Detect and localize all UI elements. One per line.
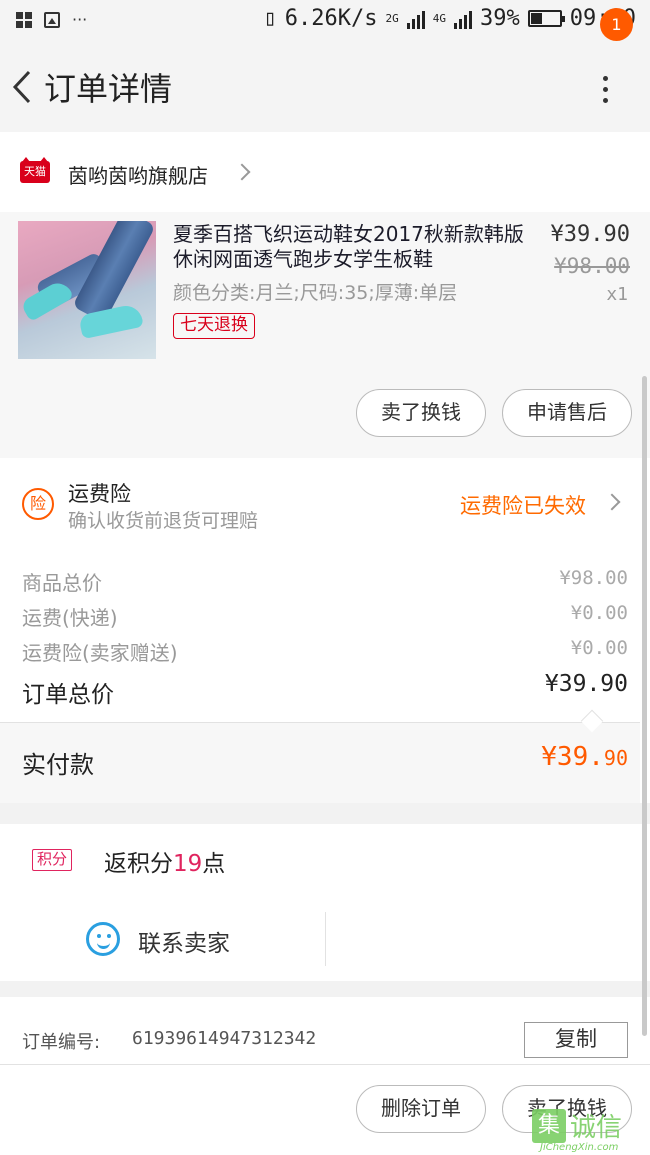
shipping-label: 运费(快递) <box>22 606 118 630</box>
paid-value-main: ¥39. <box>541 742 604 772</box>
battery-percent: 39% <box>480 6 520 31</box>
page-title: 订单详情 <box>44 70 173 108</box>
scrollbar[interactable] <box>642 376 647 1036</box>
signal-2g-label: 2G <box>385 12 399 25</box>
paid-label: 实付款 <box>22 751 94 779</box>
order-total-label: 订单总价 <box>22 682 114 708</box>
goods-total-label: 商品总价 <box>22 571 102 595</box>
points-suffix: 点 <box>202 851 226 877</box>
points-prefix: 返积分 <box>104 851 173 877</box>
points-text: 返积分19点 <box>104 844 225 878</box>
signal-bars-1-icon <box>406 9 425 29</box>
shop-name[interactable]: 茵哟茵哟旗舰店 <box>68 160 208 189</box>
watermark-box: 集 <box>532 1108 566 1143</box>
more-notifications-icon: ··· <box>72 10 88 29</box>
contact-divider <box>325 912 326 966</box>
watermark-text: 诚信 <box>570 1113 623 1143</box>
contact-seller-button[interactable]: 联系卖家 <box>138 924 230 958</box>
product-quantity: x1 <box>606 284 628 305</box>
paid-value: ¥39.90 <box>541 742 628 772</box>
watermark-logo: 集 诚信 <box>532 1107 622 1144</box>
shipping-insurance-value: ¥0.00 <box>570 637 628 659</box>
insurance-status[interactable]: 运费险已失效 <box>460 490 586 520</box>
insurance-subtitle: 确认收货前退货可理赔 <box>68 510 259 532</box>
network-speed: 6.26K/s <box>284 6 378 31</box>
battery-icon <box>527 10 565 27</box>
back-arrow-icon[interactable] <box>10 69 34 105</box>
product-price: ¥39.90 <box>550 222 630 247</box>
product-title[interactable]: 夏季百搭飞织运动鞋女2017秋新款韩版休闲网面透气跑步女学生板鞋 <box>173 222 528 272</box>
points-amount: 19 <box>173 851 203 877</box>
delete-order-button[interactable]: 删除订单 <box>356 1085 486 1133</box>
product-spec: 颜色分类:月兰;尺码:35;厚薄:单层 <box>173 282 458 304</box>
status-right: ▯ 6.26K/s 2G 4G 39% 09:20 <box>264 6 636 31</box>
status-bar: ··· ▯ 6.26K/s 2G 4G 39% 09:20 <box>0 0 650 42</box>
signal-bars-2-icon <box>454 9 473 29</box>
apps-icon <box>16 11 32 28</box>
signal-4g-label: 4G <box>432 12 447 25</box>
summary-divider <box>0 722 640 723</box>
seven-day-return-tag: 七天退换 <box>173 313 255 339</box>
insurance-icon: 险 <box>22 488 54 520</box>
product-thumbnail[interactable] <box>18 221 156 359</box>
order-number: 619396149473123​42 <box>132 1028 317 1049</box>
paid-value-cents: 90 <box>603 746 628 770</box>
apply-after-sale-button[interactable]: 申请售后 <box>502 389 632 437</box>
image-icon <box>44 11 60 28</box>
shipping-value: ¥0.00 <box>570 602 628 624</box>
battery-fill <box>530 13 542 24</box>
watermark-url: JiChengXin.com <box>540 1142 619 1153</box>
copy-order-number-button[interactable]: 复制 <box>524 1022 628 1058</box>
order-total-value: ¥39.90 <box>544 671 628 697</box>
notification-badge: 1 <box>600 8 633 41</box>
title-bar: 订单详情 <box>0 42 650 132</box>
tmall-icon: 天猫 <box>20 157 50 183</box>
insurance-title: 运费险 <box>68 482 131 506</box>
contact-seller-icon[interactable] <box>86 922 120 956</box>
goods-total-value: ¥98.00 <box>559 567 628 589</box>
more-menu-icon[interactable] <box>600 74 612 110</box>
product-original-price: ¥98.00 <box>554 254 630 278</box>
sell-for-cash-button[interactable]: 卖了换钱 <box>356 389 486 437</box>
order-number-label: 订单编号: <box>22 1032 101 1053</box>
points-icon: 积分 <box>32 849 73 871</box>
vibrate-icon: ▯ <box>263 6 277 31</box>
status-left-icons: ··· <box>16 10 87 29</box>
shipping-insurance-label: 运费险(卖家赠送) <box>22 641 178 665</box>
